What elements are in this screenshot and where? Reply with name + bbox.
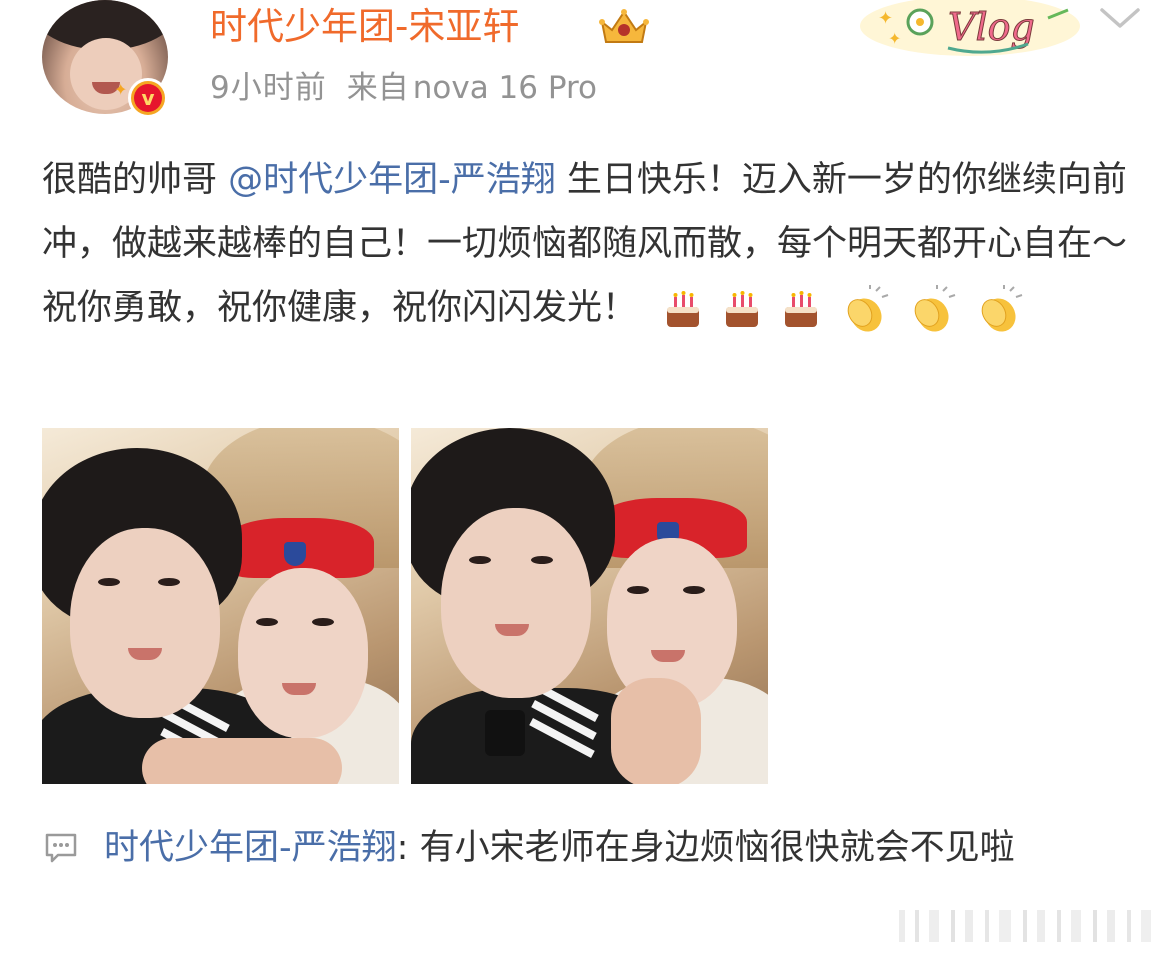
source-label: 来自: [346, 70, 409, 106]
post-meta: 9小时前 来自 nova 16 Pro: [210, 68, 597, 108]
cake-emoji: [667, 291, 700, 327]
post-text-part: 很酷的帅哥: [42, 160, 218, 200]
emoji-row: [662, 277, 1030, 341]
photo-2[interactable]: [411, 428, 768, 784]
cake-emoji: [726, 291, 759, 327]
photo-1[interactable]: [42, 428, 399, 784]
mention-link[interactable]: @时代少年团-严浩翔: [228, 160, 556, 200]
crown-icon[interactable]: [598, 8, 650, 46]
verified-v-icon: v: [128, 78, 168, 118]
clap-emoji: [914, 285, 956, 332]
comment-separator: :: [396, 828, 420, 868]
comment-text: 有小宋老师在身边烦恼很快就会不见啦: [419, 828, 1015, 868]
clap-emoji: [981, 285, 1023, 332]
svg-text:✦: ✦: [878, 8, 893, 29]
vlog-sticker-icon: ✦ ✦ Vlog: [860, 0, 1080, 56]
sparkle-icon: ✦: [114, 80, 128, 99]
svg-text:✦: ✦: [888, 29, 901, 48]
featured-comment: 时代少年团-严浩翔: 有小宋老师在身边烦恼很快就会不见啦: [104, 818, 1114, 878]
post-text: 很酷的帅哥 @时代少年团-严浩翔 生日快乐！迈入新一岁的你继续向前冲，做越来越棒…: [42, 148, 1127, 341]
timestamp: 9小时前: [210, 70, 327, 106]
cake-emoji: [785, 291, 818, 327]
svg-text:Vlog: Vlog: [948, 5, 1035, 49]
clap-emoji: [847, 285, 888, 332]
username[interactable]: 时代少年团-宋亚轩: [210, 4, 519, 50]
comment-icon: [45, 833, 77, 863]
chevron-down-icon[interactable]: [1098, 6, 1142, 32]
watermark-icon: [895, 904, 1157, 948]
device-name: nova 16 Pro: [412, 70, 598, 106]
comment-author[interactable]: 时代少年团-严浩翔: [104, 828, 397, 868]
